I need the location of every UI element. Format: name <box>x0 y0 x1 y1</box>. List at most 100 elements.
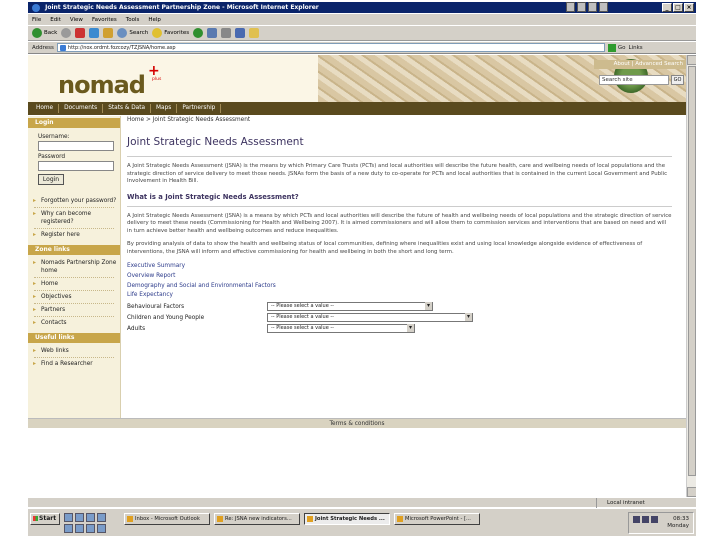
filter-children: Children and Young People -- Please sele… <box>127 312 675 323</box>
links-button[interactable]: Links <box>629 45 643 51</box>
sidebar-item-why-register[interactable]: Why can become registered? <box>28 210 120 226</box>
edit-icon <box>235 28 246 38</box>
tray-icon[interactable] <box>599 2 608 12</box>
menu-favorites[interactable]: Favorites <box>92 17 117 23</box>
nav-stats-data[interactable]: Stats & Data <box>103 104 152 113</box>
clock[interactable]: 08:33 Monday <box>667 516 689 530</box>
tray-icon[interactable] <box>566 2 575 12</box>
close-button[interactable]: × <box>684 3 694 12</box>
login-button[interactable]: Login <box>38 174 64 185</box>
folder-button[interactable] <box>249 28 260 38</box>
sidebar-item-find-researcher[interactable]: Find a Researcher <box>28 360 120 368</box>
quick-launch-icon[interactable] <box>64 524 73 533</box>
username-label: Username: <box>38 134 70 140</box>
taskbar: Start Inbox - Microsoft Outlook Re: JSNA… <box>28 508 696 536</box>
address-input[interactable]: http://nox.ordmt.fozcozy/TZJSNA/home.asp <box>56 43 605 52</box>
body-paragraph-1: A Joint Strategic Needs Assessment (JSNA… <box>127 212 672 234</box>
tray-icon[interactable] <box>651 516 658 523</box>
logo-sub: plus <box>152 77 162 82</box>
site-search-go-button[interactable]: GO <box>671 75 684 85</box>
link-demography[interactable]: Demography and Social and Environmental … <box>127 282 675 292</box>
body-paragraph-2: By providing analysis of data to show th… <box>127 241 643 255</box>
sidebar-item-register[interactable]: Register here <box>28 231 120 239</box>
footer-terms-link[interactable]: Terms & conditions <box>28 418 686 428</box>
site-nav: Home Documents Stats & Data Maps Partner… <box>28 102 686 115</box>
task-ie-jsna[interactable]: Joint Strategic Needs ... <box>304 513 390 525</box>
back-button[interactable]: Back <box>32 28 57 38</box>
username-input[interactable] <box>38 141 114 151</box>
password-input[interactable] <box>38 161 114 171</box>
tray-icons <box>633 516 658 523</box>
tray-icon[interactable] <box>642 516 649 523</box>
quick-launch-icon[interactable] <box>64 513 73 522</box>
print-button[interactable] <box>221 28 232 38</box>
site-header: nomad + plus About | Advanced Search Sea… <box>28 55 686 102</box>
sidebar-item-objectives[interactable]: Objectives <box>28 293 120 301</box>
header-links[interactable]: About | Advanced Search <box>594 60 686 69</box>
sidebar-item-home[interactable]: Home <box>28 280 120 288</box>
nav-maps[interactable]: Maps <box>151 104 178 113</box>
favorites-button[interactable]: Favorites <box>152 28 189 38</box>
children-select[interactable]: -- Please select a value -- <box>267 313 473 323</box>
sidebar-item-partners[interactable]: Partners <box>28 306 120 314</box>
quick-launch-icon[interactable] <box>75 524 84 533</box>
refresh-button[interactable] <box>89 28 100 38</box>
nav-home[interactable]: Home <box>31 104 60 113</box>
quick-launch-icon[interactable] <box>97 513 106 522</box>
site-logo[interactable]: nomad <box>58 71 146 99</box>
link-life-expectancy[interactable]: Life Expectancy <box>127 291 675 301</box>
menu-edit[interactable]: Edit <box>50 17 61 23</box>
star-icon <box>152 28 163 38</box>
site-search-input[interactable]: Search site <box>599 75 669 85</box>
go-button[interactable]: Go <box>607 43 626 52</box>
scroll-up-button[interactable] <box>687 55 696 65</box>
nav-documents[interactable]: Documents <box>59 104 104 113</box>
sidebar-item-forgotten-password[interactable]: Forgotten your password? <box>28 197 120 205</box>
link-executive-summary[interactable]: Executive Summary <box>127 262 675 272</box>
link-overview-report[interactable]: Overview Report <box>127 272 675 282</box>
task-powerpoint[interactable]: Microsoft PowerPoint - [... <box>394 513 480 525</box>
quick-launch-icon[interactable] <box>97 524 106 533</box>
adults-select[interactable]: -- Please select a value -- <box>267 324 415 334</box>
login-heading: Login <box>28 118 120 128</box>
start-button[interactable]: Start <box>30 513 60 525</box>
stop-button[interactable] <box>75 28 86 38</box>
sidebar-item-web-links[interactable]: Web links <box>28 347 120 355</box>
zone-links-heading: Zone links <box>28 245 120 255</box>
sidebar-item-contacts[interactable]: Contacts <box>28 319 120 327</box>
menu-tools[interactable]: Tools <box>126 17 140 23</box>
task-email[interactable]: Re: JSNA new indicators... <box>214 513 300 525</box>
menu-view[interactable]: View <box>70 17 83 23</box>
tray-icon[interactable] <box>633 516 640 523</box>
minimize-button[interactable]: _ <box>662 3 672 12</box>
home-button[interactable] <box>103 28 114 38</box>
menu-file[interactable]: File <box>32 17 41 23</box>
menu-help[interactable]: Help <box>148 17 161 23</box>
tray-icon[interactable] <box>588 2 597 12</box>
system-tray: 08:33 Monday <box>628 512 694 534</box>
mail-button[interactable] <box>207 28 218 38</box>
behavioural-select[interactable]: -- Please select a value -- <box>267 302 433 312</box>
sidebar-item-zone-home[interactable]: Nomads Partnership Zone home <box>28 259 120 275</box>
page-title: Joint Strategic Needs Assessment <box>127 136 304 148</box>
ie-icon <box>32 3 40 12</box>
scroll-down-button[interactable] <box>687 487 696 497</box>
quick-launch-icon[interactable] <box>86 524 95 533</box>
quick-launch-icon[interactable] <box>75 513 84 522</box>
vertical-scrollbar[interactable] <box>686 55 696 497</box>
media-button[interactable] <box>193 28 204 38</box>
breadcrumb[interactable]: Home > Joint Strategic Needs Assessment <box>127 117 675 123</box>
tray-icon[interactable] <box>577 2 586 12</box>
page-viewport: nomad + plus About | Advanced Search Sea… <box>28 55 696 497</box>
edit-button[interactable] <box>235 28 246 38</box>
document-links: Executive Summary Overview Report Demogr… <box>127 262 675 301</box>
home-icon <box>103 28 114 38</box>
task-outlook[interactable]: Inbox - Microsoft Outlook <box>124 513 210 525</box>
maximize-button[interactable]: □ <box>673 3 683 12</box>
forward-button[interactable] <box>61 28 72 38</box>
search-button[interactable]: Search <box>117 28 148 38</box>
quick-launch-icon[interactable] <box>86 513 95 522</box>
nav-partnership[interactable]: Partnership <box>177 104 222 113</box>
useful-links-heading: Useful links <box>28 333 120 343</box>
scroll-thumb[interactable] <box>688 66 696 476</box>
